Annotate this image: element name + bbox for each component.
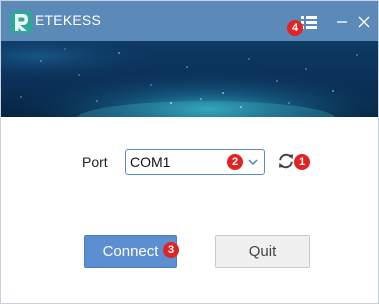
title-bar: ETEKESS 4: [1, 1, 378, 41]
refresh-icon[interactable]: [277, 152, 295, 170]
app-window: ETEKESS 4 Port COM1 2 1 Connect 3 Quit: [0, 0, 379, 304]
port-label: Port: [82, 154, 108, 170]
app-logo-icon: [10, 11, 32, 33]
port-select[interactable]: COM1: [125, 149, 265, 175]
minimize-icon[interactable]: [333, 13, 351, 31]
annotation-badge-3: 3: [163, 242, 179, 258]
app-title: ETEKESS: [35, 12, 101, 28]
port-select-value: COM1: [130, 154, 171, 170]
annotation-badge-4: 4: [287, 20, 303, 36]
chevron-down-icon: [248, 159, 258, 166]
close-icon[interactable]: [355, 13, 373, 31]
header-banner: [1, 41, 378, 117]
menu-icon[interactable]: [301, 16, 317, 29]
quit-button[interactable]: Quit: [215, 235, 310, 268]
annotation-badge-2: 2: [227, 154, 243, 170]
annotation-badge-1: 1: [294, 154, 310, 170]
